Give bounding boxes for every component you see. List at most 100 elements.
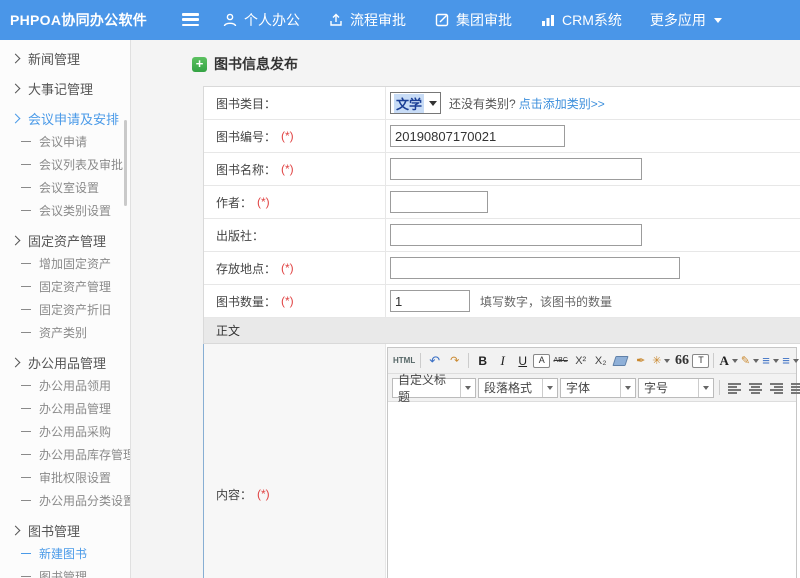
align-center-icon xyxy=(749,382,762,394)
sidebar-item-label: 办公用品分类设置 xyxy=(39,492,131,509)
chevron-down-icon xyxy=(620,379,635,397)
paragraph-format-select[interactable]: 段落格式 xyxy=(478,378,558,398)
field-input-出版社[interactable] xyxy=(390,224,642,246)
heading-select[interactable]: 自定义标题 xyxy=(392,378,476,398)
nav-item-label: 流程审批 xyxy=(350,10,406,30)
font-size-select[interactable]: 字号 xyxy=(638,378,714,398)
sidebar-item-图书管理[interactable]: 图书管理 xyxy=(0,565,130,578)
format-painter-icon[interactable]: ✳ xyxy=(651,352,671,370)
bold-icon[interactable]: B xyxy=(473,352,492,370)
nav-more-apps[interactable]: 更多应用 xyxy=(650,10,722,30)
html-source-button[interactable]: HTML xyxy=(392,352,416,370)
sidebar-item-办公用品采购[interactable]: 办公用品采购 xyxy=(0,420,130,443)
required-mark: (*) xyxy=(257,195,270,209)
unordered-list-icon[interactable]: ≡ xyxy=(781,352,800,370)
ordered-list-icon[interactable]: ≡ xyxy=(761,352,780,370)
selected-category: 文学 xyxy=(394,94,424,113)
sidebar-group-固定资产管理[interactable]: 固定资产管理 xyxy=(0,228,130,252)
add-icon: + xyxy=(192,57,207,72)
clean-format-icon[interactable]: ✒ xyxy=(631,352,650,370)
dash-icon xyxy=(21,500,31,501)
sidebar-item-办公用品分类设置[interactable]: 办公用品分类设置 xyxy=(0,489,130,512)
field-hint: 填写数字，该图书的数量 xyxy=(480,293,612,310)
align-justify-icon[interactable] xyxy=(788,379,800,397)
chevron-down-icon xyxy=(773,359,779,363)
sidebar-scrollbar[interactable] xyxy=(124,120,127,206)
highlight-color-icon[interactable]: ✎ xyxy=(740,352,760,370)
sidebar-group-新闻管理[interactable]: 新闻管理 xyxy=(0,46,130,70)
paste-text-icon[interactable]: T xyxy=(692,354,709,368)
italic-icon[interactable]: I xyxy=(493,352,512,370)
chevron-down-icon xyxy=(429,101,437,106)
field-label: 图书数量： xyxy=(216,293,276,310)
dash-icon xyxy=(21,141,31,142)
nav-personal-office[interactable]: 个人办公 xyxy=(222,10,300,30)
blockquote-icon[interactable]: 66 xyxy=(672,352,691,370)
field-label-cell: 图书类目： xyxy=(204,87,386,119)
nav-group-approval[interactable]: 集团审批 xyxy=(434,10,512,30)
sidebar-item-办公用品领用[interactable]: 办公用品领用 xyxy=(0,374,130,397)
dropdown-label: 字号 xyxy=(644,379,668,396)
nav-workflow-approval[interactable]: 流程审批 xyxy=(328,10,406,30)
hamburger-menu-icon[interactable] xyxy=(182,13,199,27)
redo-icon[interactable]: ↷ xyxy=(445,352,464,370)
font-box-icon[interactable]: A xyxy=(533,354,550,368)
content-label: 内容： xyxy=(216,486,252,503)
underline-icon[interactable]: U xyxy=(513,352,532,370)
sidebar-item-label: 办公用品库存管理 xyxy=(39,446,131,463)
sidebar-item-办公用品库存管理[interactable]: 办公用品库存管理 xyxy=(0,443,130,466)
section-header-body: 正文 xyxy=(204,318,800,344)
sidebar-item-增加固定资产[interactable]: 增加固定资产 xyxy=(0,252,130,275)
font-family-select[interactable]: 字体 xyxy=(560,378,636,398)
sidebar-group-图书管理[interactable]: 图书管理 xyxy=(0,518,130,542)
align-right-icon[interactable] xyxy=(767,379,786,397)
sidebar-menu: 新闻管理大事记管理会议申请及安排会议申请会议列表及审批会议室设置会议类别设置固定… xyxy=(0,46,130,578)
sidebar-item-会议申请[interactable]: 会议申请 xyxy=(0,130,130,153)
sidebar-item-label: 审批权限设置 xyxy=(39,469,111,486)
field-input-图书数量[interactable] xyxy=(390,290,470,312)
sidebar-item-新建图书[interactable]: 新建图书 xyxy=(0,542,130,565)
font-color-icon[interactable]: A xyxy=(718,352,738,370)
sidebar-group-大事记管理[interactable]: 大事记管理 xyxy=(0,76,130,100)
sidebar-item-label: 会议申请 xyxy=(39,133,87,150)
sidebar-item-固定资产折旧[interactable]: 固定资产折旧 xyxy=(0,298,130,321)
subscript-icon[interactable]: X₂ xyxy=(591,352,610,370)
strikethrough-icon[interactable]: ABC xyxy=(551,352,570,370)
topbar: PHPOA协同办公软件 个人办公流程审批集团审批CRM系统更多应用 xyxy=(0,0,800,40)
sidebar-item-固定资产管理[interactable]: 固定资产管理 xyxy=(0,275,130,298)
undo-icon[interactable]: ↶ xyxy=(425,352,444,370)
field-input-作者[interactable] xyxy=(390,191,488,213)
field-label-cell: 出版社： xyxy=(204,219,386,251)
sidebar-item-审批权限设置[interactable]: 审批权限设置 xyxy=(0,466,130,489)
nav-crm-system[interactable]: CRM系统 xyxy=(540,10,622,30)
dropdown-label: 字体 xyxy=(566,379,590,396)
align-center-icon[interactable] xyxy=(746,379,765,397)
align-justify-icon xyxy=(791,382,800,394)
sidebar-item-办公用品管理[interactable]: 办公用品管理 xyxy=(0,397,130,420)
section-header-label: 正文 xyxy=(216,322,240,339)
field-input-图书编号[interactable] xyxy=(390,125,565,147)
field-label: 存放地点： xyxy=(216,260,276,277)
align-left-icon[interactable] xyxy=(725,379,744,397)
book-category-select[interactable]: 文学 xyxy=(390,92,441,114)
sidebar-item-资产类别[interactable]: 资产类别 xyxy=(0,321,130,344)
add-category-link[interactable]: 点击添加类别>> xyxy=(519,95,605,112)
dash-icon xyxy=(21,187,31,188)
sidebar-group-会议申请及安排[interactable]: 会议申请及安排 xyxy=(0,106,130,130)
sidebar-item-会议室设置[interactable]: 会议室设置 xyxy=(0,176,130,199)
sidebar-item-会议类别设置[interactable]: 会议类别设置 xyxy=(0,199,130,222)
field-input-存放地点[interactable] xyxy=(390,257,680,279)
superscript-icon[interactable]: X² xyxy=(571,352,590,370)
chevron-down-icon xyxy=(732,359,738,363)
field-label-cell: 图书编号：(*) xyxy=(204,120,386,152)
sidebar-item-label: 图书管理 xyxy=(28,521,80,540)
sidebar-item-会议列表及审批[interactable]: 会议列表及审批 xyxy=(0,153,130,176)
nav-item-label: 个人办公 xyxy=(244,10,300,30)
editor-content-area[interactable] xyxy=(388,402,796,578)
eraser-icon[interactable] xyxy=(611,352,630,370)
sidebar-group-办公用品管理[interactable]: 办公用品管理 xyxy=(0,350,130,374)
field-input-图书名称[interactable] xyxy=(390,158,642,180)
rich-text-editor: HTML↶↷BIUAABCX²X₂✒✳66TA✎≡≡ 自定义标题段落格式字体字号… xyxy=(387,347,797,578)
page-title: + 图书信息发布 xyxy=(192,54,800,74)
chevron-down-icon xyxy=(460,379,475,397)
